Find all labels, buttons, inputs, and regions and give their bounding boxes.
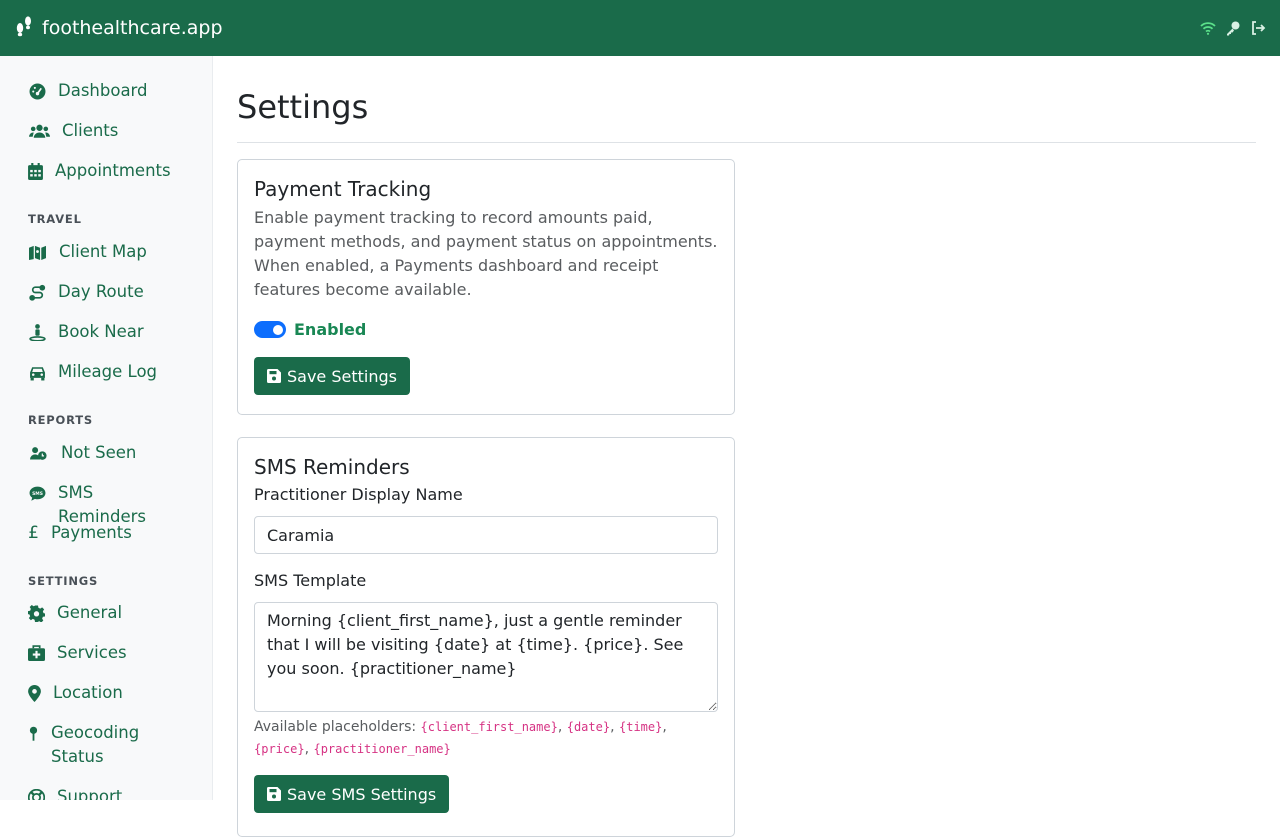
sidebar-item-label: Geocoding Status bbox=[51, 723, 140, 766]
sidebar-item-label: Mileage Log bbox=[58, 362, 158, 381]
logout-icon[interactable] bbox=[1249, 20, 1266, 37]
sidebar-item-label: General bbox=[57, 603, 123, 622]
placeholder-code: {time} bbox=[619, 720, 663, 734]
sms-reminders-card: SMS Reminders Practitioner Display Name … bbox=[237, 437, 735, 837]
main-content: Settings Payment Tracking Enable payment… bbox=[237, 56, 1256, 837]
save-sms-settings-button[interactable]: Save SMS Settings bbox=[254, 775, 450, 813]
wifi-icon[interactable] bbox=[1199, 20, 1216, 37]
person-pin-icon bbox=[28, 320, 46, 344]
placeholder-code: {price} bbox=[254, 742, 305, 756]
sidebar-item-book-near[interactable]: Book Near bbox=[0, 320, 172, 344]
help-prefix: Available placeholders: bbox=[254, 719, 417, 735]
sidebar-item-label: Payments bbox=[51, 523, 132, 542]
sidebar-item-label: Book Near bbox=[58, 322, 144, 341]
sidebar-item-label: Client Map bbox=[59, 242, 147, 261]
sidebar-item-label: Location bbox=[53, 683, 123, 702]
sidebar-item-label: Support bbox=[57, 787, 123, 800]
section-heading-settings: SETTINGS bbox=[28, 574, 99, 588]
card-description: Enable payment tracking to record amount… bbox=[254, 208, 718, 299]
sidebar-item-not-seen[interactable]: Not Seen bbox=[0, 441, 164, 465]
button-label: Save SMS Settings bbox=[287, 784, 437, 804]
floppy-disk-icon bbox=[267, 787, 281, 801]
placeholder-code: {date} bbox=[566, 720, 611, 734]
sidebar-item-mileage-log[interactable]: Mileage Log bbox=[0, 360, 185, 384]
practitioner-name-input[interactable] bbox=[254, 516, 718, 554]
svg-text:SMS: SMS bbox=[32, 490, 43, 496]
lifebuoy-icon bbox=[28, 785, 45, 800]
card-title: SMS Reminders bbox=[254, 455, 410, 479]
page-title: Settings bbox=[237, 88, 369, 126]
sidebar-item-general[interactable]: General bbox=[0, 601, 150, 625]
sidebar-item-geocoding-status[interactable]: Geocoding Status bbox=[0, 721, 190, 769]
sidebar-item-client-map[interactable]: Client Map bbox=[0, 240, 175, 264]
gauge-icon bbox=[28, 79, 46, 103]
sidebar-item-label: Appointments bbox=[55, 161, 171, 180]
sidebar-item-dashboard[interactable]: Dashboard bbox=[0, 79, 176, 103]
practitioner-name-label: Practitioner Display Name bbox=[254, 485, 463, 504]
sidebar-item-label: Clients bbox=[62, 121, 119, 140]
title-divider bbox=[237, 142, 1256, 143]
sms-icon: SMS bbox=[28, 481, 46, 505]
sidebar-item-appointments[interactable]: Appointments bbox=[0, 159, 199, 183]
toggle-label: Enabled bbox=[294, 320, 367, 339]
payment-tracking-toggle[interactable] bbox=[254, 321, 286, 338]
users-icon bbox=[28, 119, 50, 143]
brand[interactable]: foothealthcare.app bbox=[14, 15, 223, 42]
key-icon[interactable] bbox=[1224, 20, 1241, 37]
sms-template-textarea[interactable]: Morning {client_first_name}, just a gent… bbox=[254, 602, 718, 712]
sidebar-item-support[interactable]: Support bbox=[0, 785, 150, 800]
feet-icon bbox=[14, 15, 34, 42]
placeholder-help: Available placeholders: {client_first_na… bbox=[254, 719, 667, 757]
gear-icon bbox=[28, 601, 45, 625]
sidebar-item-day-route[interactable]: Day Route bbox=[0, 280, 172, 304]
payment-tracking-card: Payment Tracking Enable payment tracking… bbox=[237, 159, 735, 415]
placeholder-code: {client_first_name} bbox=[420, 720, 558, 734]
sidebar-item-clients[interactable]: Clients bbox=[0, 119, 146, 143]
top-navbar: foothealthcare.app bbox=[0, 0, 1280, 56]
sidebar-item-label: Not Seen bbox=[61, 443, 137, 462]
sidebar-item-label: Day Route bbox=[58, 282, 144, 301]
section-heading-travel: TRAVEL bbox=[28, 212, 82, 226]
pound-icon: £ bbox=[28, 523, 39, 543]
route-icon bbox=[28, 280, 46, 304]
user-clock-icon bbox=[28, 441, 49, 465]
section-heading-reports: REPORTS bbox=[28, 413, 93, 427]
sms-template-label: SMS Template bbox=[254, 571, 367, 590]
card-title: Payment Tracking bbox=[254, 177, 432, 201]
sidebar-item-location[interactable]: Location bbox=[0, 681, 151, 705]
save-settings-button[interactable]: Save Settings bbox=[254, 357, 410, 395]
sidebar-item-label: Dashboard bbox=[58, 81, 148, 100]
button-label: Save Settings bbox=[287, 366, 397, 386]
sidebar: Dashboard Clients Appointments TRAVEL Cl… bbox=[0, 56, 213, 800]
medkit-icon bbox=[28, 641, 45, 665]
map-pin-icon bbox=[28, 721, 39, 745]
sidebar-item-payments[interactable]: £ Payments bbox=[0, 521, 160, 545]
car-icon bbox=[28, 360, 46, 384]
brand-name: foothealthcare.app bbox=[42, 17, 223, 39]
location-pin-icon bbox=[28, 681, 41, 705]
map-icon bbox=[28, 240, 47, 264]
placeholder-code: {practitioner_name} bbox=[313, 742, 451, 756]
floppy-disk-icon bbox=[267, 369, 281, 383]
sidebar-item-label: Services bbox=[57, 643, 127, 662]
sidebar-item-services[interactable]: Services bbox=[0, 641, 155, 665]
calendar-icon bbox=[28, 159, 43, 183]
